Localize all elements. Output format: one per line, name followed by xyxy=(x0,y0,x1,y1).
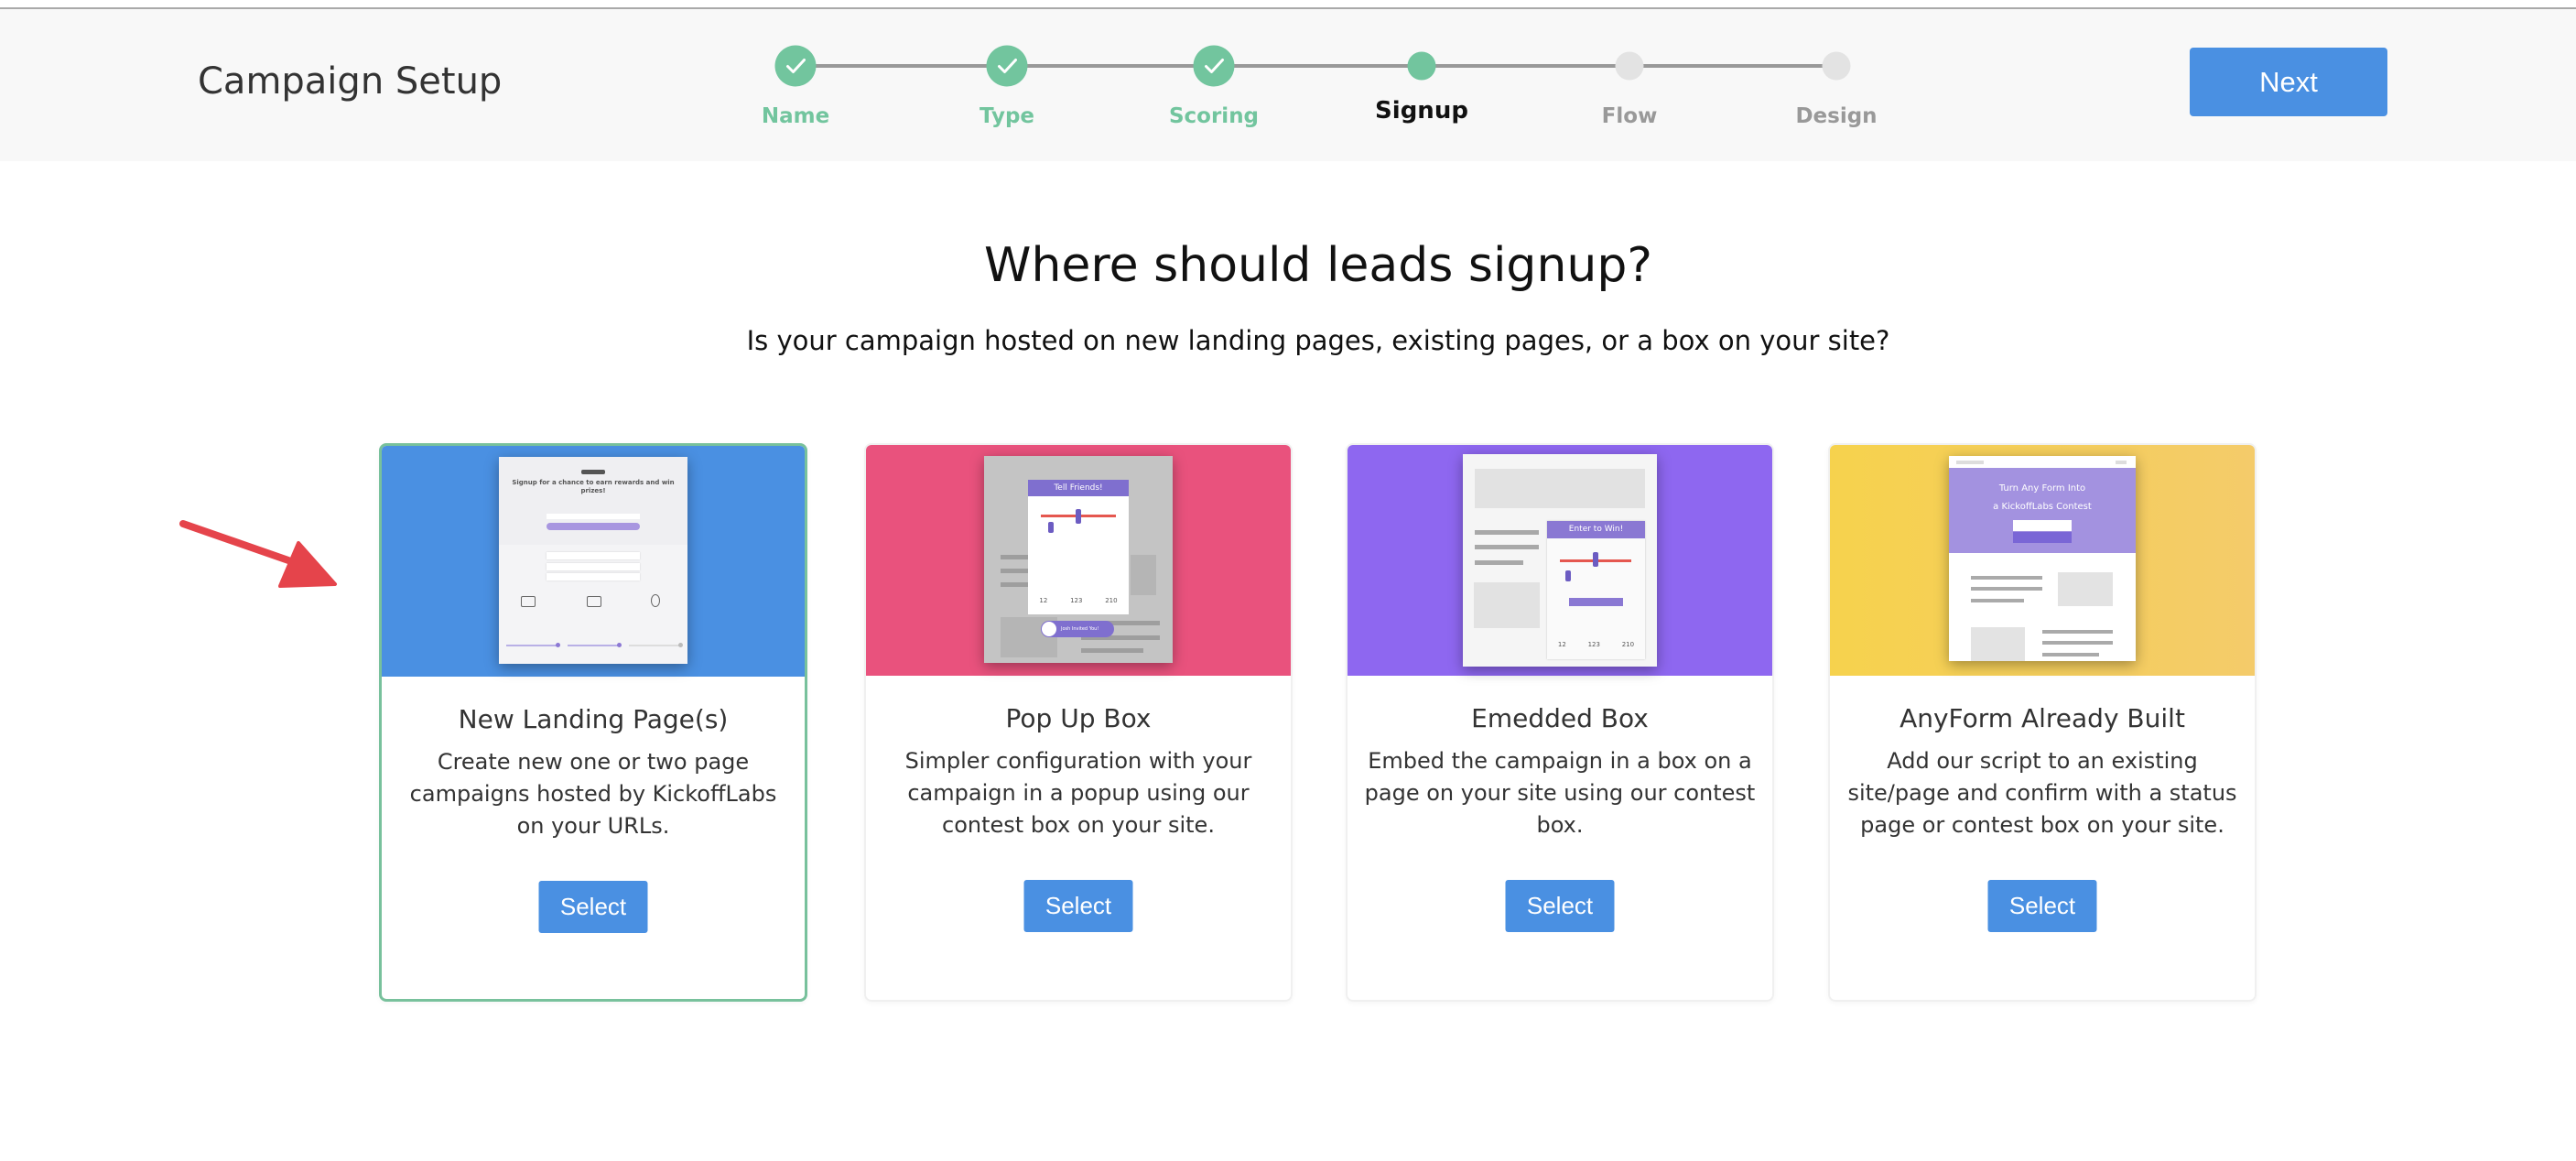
preview-headline: Signup for a chance to earn rewards and … xyxy=(512,479,675,494)
stats-row: 12 123 210 xyxy=(1557,641,1635,648)
option-card-anyform[interactable]: Turn Any Form Into a KickoffLabs Contest… xyxy=(1828,443,2257,1002)
next-button[interactable]: Next xyxy=(2190,48,2387,116)
step-complete-indicator xyxy=(986,45,1028,87)
step-complete-indicator xyxy=(1193,45,1235,87)
preview-email-field xyxy=(2013,520,2072,531)
popup-contest-box: Tell Friends! 12 123 210 xyxy=(1028,480,1129,614)
card-title: Emedded Box xyxy=(1471,703,1649,733)
logo-icon xyxy=(581,470,605,474)
select-popup-box-button[interactable]: Select xyxy=(1023,880,1133,932)
step-label: Signup xyxy=(1375,97,1468,125)
card-preview-area: Turn Any Form Into a KickoffLabs Contest xyxy=(1830,445,2255,676)
card-title: Pop Up Box xyxy=(1005,703,1152,733)
embedded-box-preview-image: Enter to Win! 12 123 210 xyxy=(1463,454,1657,667)
card-preview-area: Enter to Win! 12 123 210 xyxy=(1348,445,1772,676)
annotation-arrow-icon xyxy=(179,520,337,588)
avatar xyxy=(1042,622,1056,636)
checkmark-icon xyxy=(997,58,1017,73)
checkmark-icon xyxy=(785,58,806,73)
popup-preview-image: Tell Friends! 12 123 210 Josh Invited Yo… xyxy=(984,456,1173,663)
select-anyform-button[interactable]: Select xyxy=(1987,880,2097,932)
card-title: New Landing Page(s) xyxy=(458,704,729,734)
step-complete-indicator xyxy=(774,45,817,87)
award-icon xyxy=(651,594,660,607)
page-subtitle: Is your campaign hosted on new landing p… xyxy=(746,325,1890,356)
checkmark-icon xyxy=(1204,58,1224,73)
card-description: Add our script to an existing site/page … xyxy=(1847,748,2237,838)
step-current-indicator xyxy=(1407,51,1436,81)
popup-headline: Tell Friends! xyxy=(1028,480,1129,496)
select-landing-page-button[interactable]: Select xyxy=(538,881,648,933)
option-card-landing-page[interactable]: Signup for a chance to earn rewards and … xyxy=(379,443,807,1002)
tag-icon xyxy=(587,596,601,607)
card-preview-area: Signup for a chance to earn rewards and … xyxy=(382,446,805,677)
option-card-embedded-box[interactable]: Enter to Win! 12 123 210 Emedded Box Emb… xyxy=(1346,443,1774,1002)
card-description: Create new one or two page campaigns hos… xyxy=(409,749,777,839)
stepper-track xyxy=(796,64,1836,68)
preview-headline: Turn Any Form Into a KickoffLabs Contest xyxy=(1993,483,2092,512)
step-label: Name xyxy=(761,104,830,128)
landing-page-preview-image: Signup for a chance to earn rewards and … xyxy=(499,457,687,664)
select-embedded-box-button[interactable]: Select xyxy=(1505,880,1615,932)
preview-signup-button xyxy=(2013,532,2072,543)
page-title: Where should leads signup? xyxy=(984,238,1652,293)
embedded-contest-box: Enter to Win! 12 123 210 xyxy=(1547,521,1645,659)
widget-headline: Enter to Win! xyxy=(1547,521,1645,538)
card-title: AnyForm Already Built xyxy=(1900,703,2185,733)
stats-row: 12 123 210 xyxy=(1039,597,1118,604)
truck-icon xyxy=(521,596,536,607)
step-label: Design xyxy=(1795,104,1878,128)
step-pending-indicator xyxy=(1615,51,1644,81)
card-description: Embed the campaign in a box on a page on… xyxy=(1364,748,1756,838)
step-label: Scoring xyxy=(1168,104,1260,128)
page-header-title: Campaign Setup xyxy=(198,60,503,103)
card-description: Simpler configuration with your campaign… xyxy=(904,748,1252,838)
option-card-popup-box[interactable]: Tell Friends! 12 123 210 Josh Invited Yo… xyxy=(864,443,1293,1002)
step-label: Flow xyxy=(1601,104,1658,128)
invite-badge: Josh Invited You! xyxy=(1041,621,1114,637)
anyform-preview-image: Turn Any Form Into a KickoffLabs Contest xyxy=(1949,456,2136,661)
step-label: Type xyxy=(979,104,1035,128)
step-pending-indicator xyxy=(1822,51,1851,81)
card-preview-area: Tell Friends! 12 123 210 Josh Invited Yo… xyxy=(866,445,1291,676)
